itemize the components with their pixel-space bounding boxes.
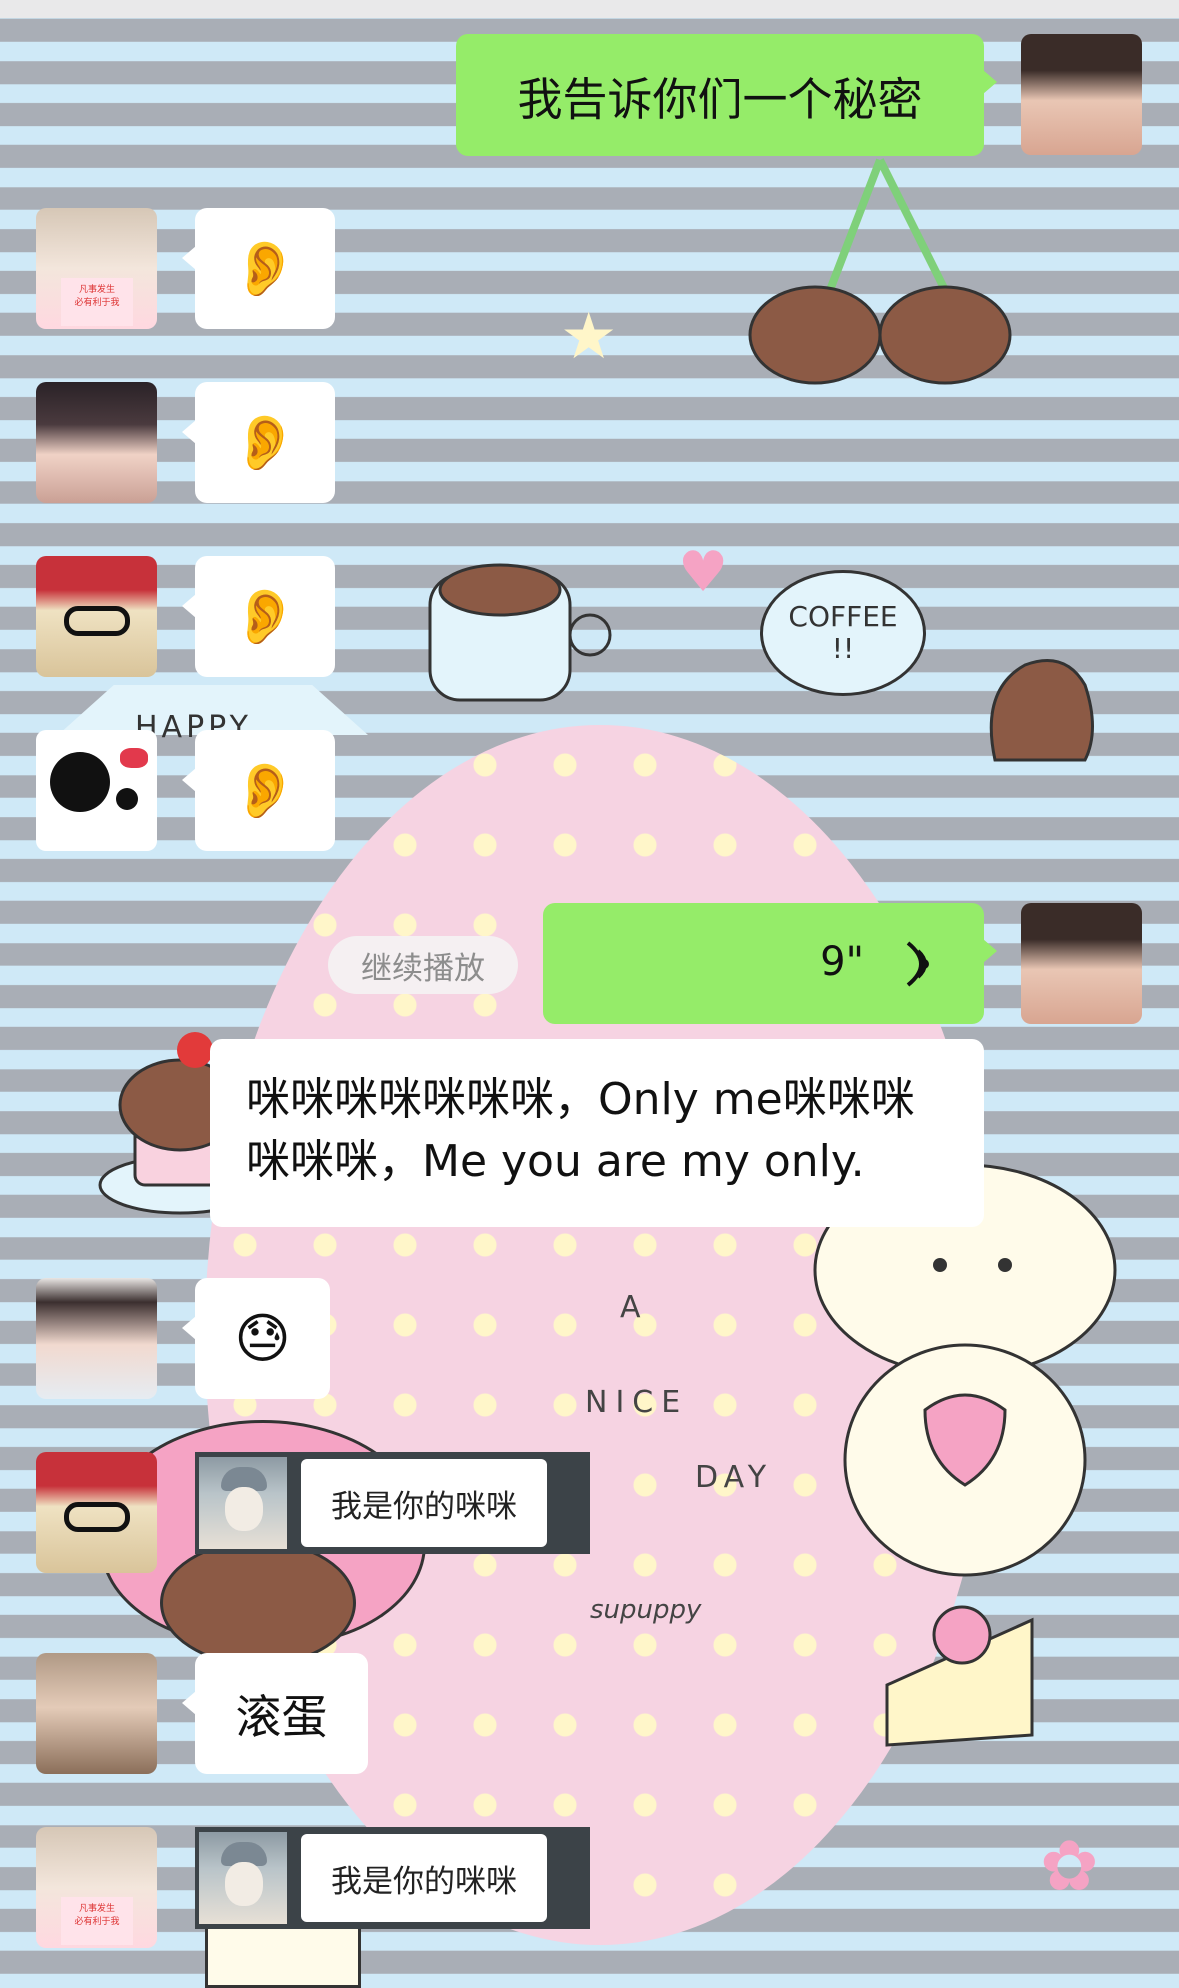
ear-emoji-bubble[interactable]: 👂 <box>182 556 335 677</box>
voice-message-bubble[interactable]: 9" <box>543 903 997 1024</box>
wallpaper-coffee-bubble: COFFEE !! <box>760 570 926 696</box>
sticker-message[interactable]: 我是你的咪咪 <box>195 1827 590 1929</box>
sticker-caption: 我是你的咪咪 <box>301 1459 547 1547</box>
ear-emoji-bubble[interactable]: 👂 <box>182 208 335 329</box>
sticker-mouse-image <box>199 1832 287 1924</box>
avatar-user-3[interactable] <box>36 1452 157 1573</box>
wallpaper-star: ★ <box>560 300 618 374</box>
wallpaper-cake-slice <box>885 1605 1034 1747</box>
voice-wave-icon <box>906 941 929 987</box>
wallpaper-canele <box>989 659 1094 762</box>
avatar-self[interactable] <box>1021 903 1142 1024</box>
ear-emoji-bubble[interactable]: 👂 <box>182 382 335 503</box>
wallpaper-egg-text-a: A <box>620 1290 647 1325</box>
sweat-emoji-bubble[interactable]: 😓 <box>182 1278 330 1399</box>
sticker-caption: 我是你的咪咪 <box>301 1834 547 1922</box>
avatar-user-2[interactable] <box>36 382 157 503</box>
glasses-icon <box>64 606 130 636</box>
wallpaper-brand-text: supuppy <box>590 1595 702 1625</box>
avatar-user-6[interactable] <box>36 1653 157 1774</box>
avatar-card-text: 凡事发生 必有利于我 <box>61 1897 133 1945</box>
message-bubble-long-text[interactable]: 咪咪咪咪咪咪咪，Only me咪咪咪咪咪咪，Me you are my only… <box>210 1039 984 1227</box>
wallpaper-egg-text-day: DAY <box>695 1460 773 1495</box>
wallpaper-cherry-bears <box>748 158 1012 385</box>
avatar-self[interactable] <box>1021 34 1142 155</box>
status-strip <box>0 0 1179 18</box>
wallpaper-coffee-cup <box>428 563 612 702</box>
wallpaper-heart: ♥ <box>678 540 729 605</box>
avatar-user-1[interactable]: 凡事发生 必有利于我 <box>36 1827 157 1948</box>
wallpaper-flower: ✿ <box>1040 1825 1099 1907</box>
bow-icon <box>120 748 148 768</box>
sticker-message[interactable]: 我是你的咪咪 <box>195 1452 590 1554</box>
kitty-eye-icon <box>116 788 138 810</box>
avatar-user-3[interactable] <box>36 556 157 677</box>
avatar-user-4[interactable] <box>36 730 157 851</box>
avatar-card-text: 凡事发生 必有利于我 <box>61 278 133 326</box>
avatar-user-1[interactable]: 凡事发生 必有利于我 <box>36 208 157 329</box>
avatar-user-5[interactable] <box>36 1278 157 1399</box>
wallpaper-bear-face <box>160 1540 356 1666</box>
voice-duration: 9" <box>820 939 864 985</box>
continue-playback-button[interactable]: 继续播放 <box>328 936 518 994</box>
glasses-icon <box>64 1502 130 1532</box>
message-bubble-gundan[interactable]: 滚蛋 <box>182 1653 368 1774</box>
wallpaper-egg-text-nice: NICE <box>585 1385 689 1420</box>
ear-emoji-bubble[interactable]: 👂 <box>182 730 335 851</box>
kitty-eye-icon <box>50 752 110 812</box>
message-bubble-secret[interactable]: 我告诉你们一个秘密 <box>456 34 997 156</box>
sticker-mouse-image <box>199 1457 287 1549</box>
